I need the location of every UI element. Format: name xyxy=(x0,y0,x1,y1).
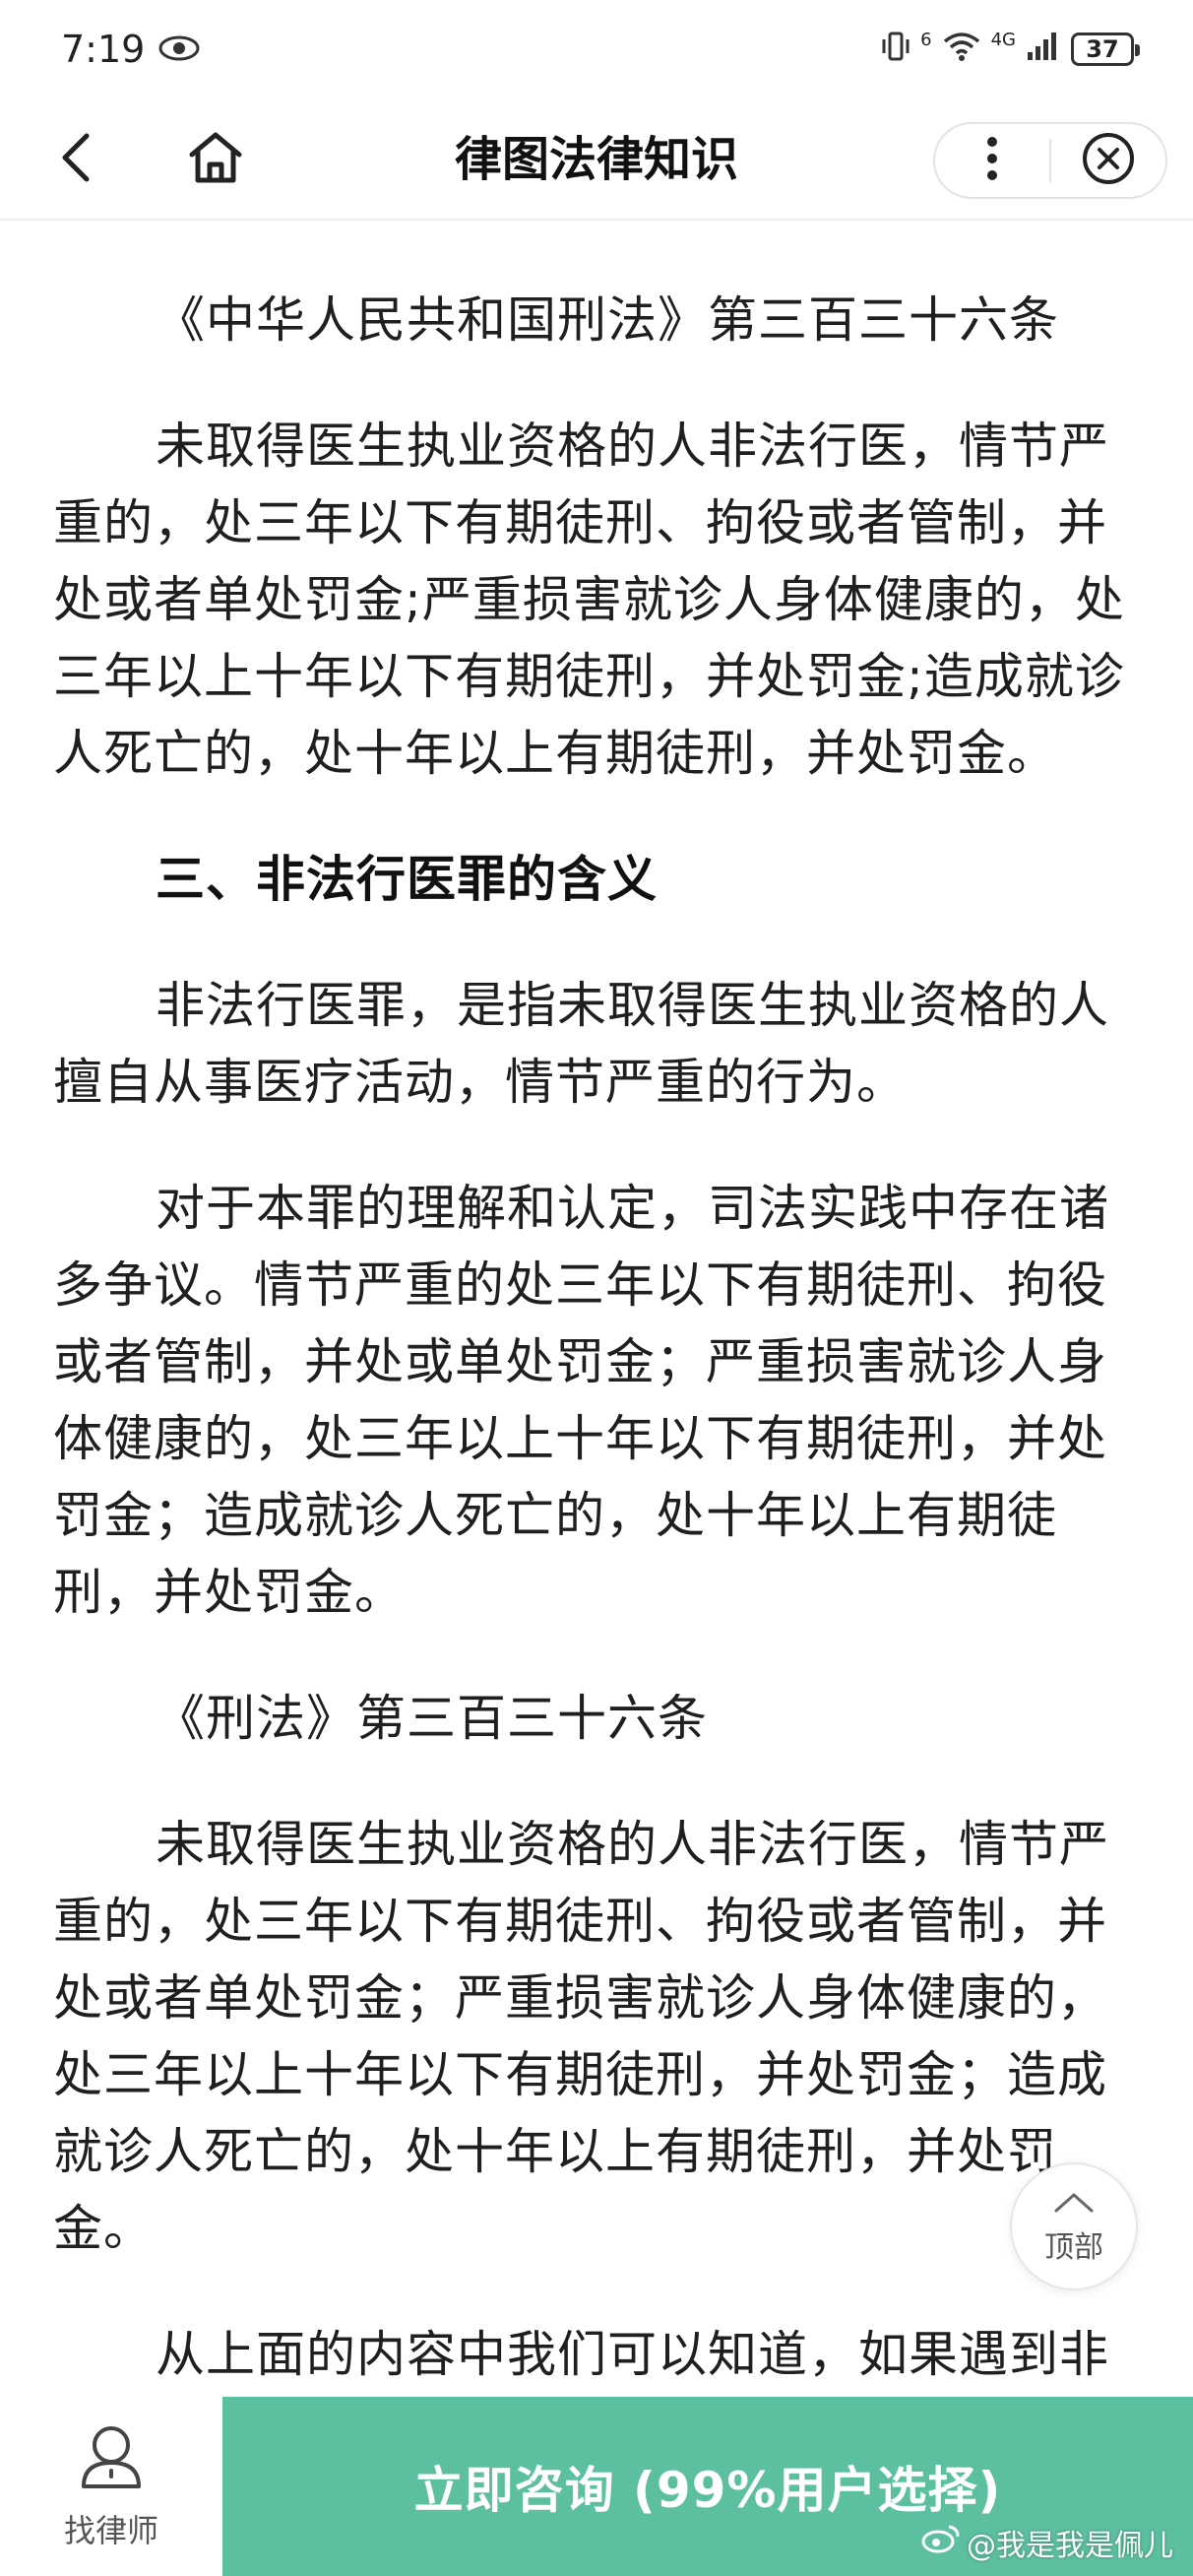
sim-label: 6 xyxy=(920,30,932,50)
more-button[interactable] xyxy=(935,124,1049,197)
law-article-title: 《刑法》第三百三十六条 xyxy=(156,1690,708,1747)
status-bar: 7:19 6 4G 37 xyxy=(0,0,1193,98)
eye-icon xyxy=(158,28,200,71)
signal-icon xyxy=(1026,31,1061,68)
wifi-icon xyxy=(942,31,981,68)
vibrate-icon xyxy=(881,30,910,69)
find-lawyer-label: 找律师 xyxy=(63,2512,158,2549)
section-heading: 三、非法行医罪的含义 xyxy=(156,851,658,908)
article-paragraph: 未取得医生执业资格的人非法行医，情节严重的，处三年以下有期徒刑、拘役或者管制，并… xyxy=(53,1816,1109,2257)
law-article-title: 《中华人民共和国刑法》第三百三十六条 xyxy=(156,291,1059,349)
article-paragraph: 对于本罪的理解和认定，司法实践中存在诸多争议。情节严重的处三年以下有期徒刑、拘役… xyxy=(53,1180,1109,1621)
lawyer-icon xyxy=(76,2421,147,2498)
consult-now-label: 立即咨询 (99%用户选择) xyxy=(413,2462,1002,2519)
status-right: 6 4G 37 xyxy=(881,30,1140,69)
network-label: 4G xyxy=(990,30,1016,50)
weibo-icon xyxy=(921,2523,961,2562)
home-button[interactable] xyxy=(183,128,248,191)
chevron-left-icon xyxy=(57,130,96,189)
article-paragraph: 未取得医生执业资格的人非法行医，情节严重的，处三年以下有期徒刑、拘役或者管制，并… xyxy=(53,418,1125,782)
status-time: 7:19 xyxy=(61,28,146,71)
article-paragraph: 从上面的内容中我们可以知道，如果遇到非 xyxy=(156,2326,1109,2383)
close-button[interactable] xyxy=(1051,124,1165,197)
nav-bar: 律图法律知识 xyxy=(0,98,1193,221)
find-lawyer-button[interactable]: 找律师 xyxy=(0,2397,222,2576)
status-left: 7:19 xyxy=(61,28,200,71)
home-icon xyxy=(186,129,245,190)
more-vertical-icon xyxy=(985,135,999,186)
chevron-up-icon xyxy=(1052,2188,1096,2222)
bottom-bar: 找律师 立即咨询 (99%用户选择) @我是我是佩儿 xyxy=(0,2397,1193,2576)
watermark-text: @我是我是佩儿 xyxy=(967,2529,1173,2563)
article-paragraph: 十年以上有期徒刑，并处罚金。 xyxy=(53,221,1136,232)
battery-level: 37 xyxy=(1086,35,1119,63)
mini-program-capsule xyxy=(933,122,1167,199)
article-paragraph: 非法行医罪，是指未取得医生执业资格的人擅自从事医疗活动，情节严重的行为。 xyxy=(53,977,1109,1111)
article-content[interactable]: 十年以上有期徒刑，并处罚金。 《中华人民共和国刑法》第三百三十六条 未取得医生执… xyxy=(0,221,1193,2397)
watermark: @我是我是佩儿 xyxy=(921,2521,1173,2564)
battery-icon: 37 xyxy=(1071,32,1140,66)
back-to-top-label: 顶部 xyxy=(1044,2229,1103,2265)
back-to-top-button[interactable]: 顶部 xyxy=(1010,2162,1138,2290)
close-circle-icon xyxy=(1081,131,1136,190)
back-button[interactable] xyxy=(47,128,106,191)
article-body: 十年以上有期徒刑，并处罚金。 《中华人民共和国刑法》第三百三十六条 未取得医生执… xyxy=(53,221,1136,2397)
